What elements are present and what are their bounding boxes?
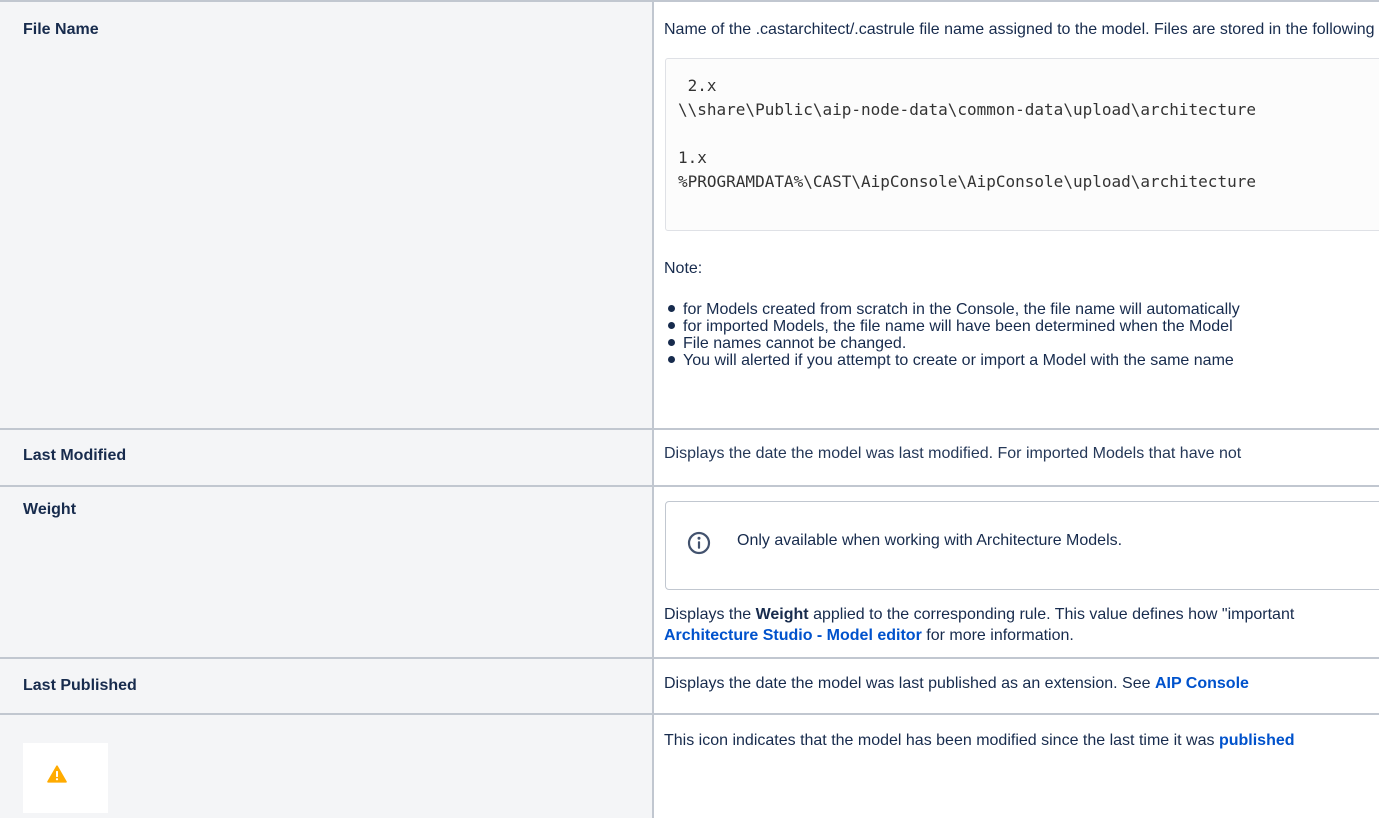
note-label: Note:	[664, 260, 703, 277]
code-line: 2.x	[678, 76, 717, 95]
description-cell: Name of the .castarchitect/.castrule fil…	[656, 2, 1379, 430]
info-icon	[687, 531, 711, 555]
info-panel-text: Only available when working with Archite…	[737, 532, 1123, 549]
weight-term: Weight	[755, 606, 809, 623]
row-label-last-published: Last Published	[23, 677, 137, 694]
code-line: \\share\Public\aip-node-data\common-data…	[678, 100, 1256, 119]
bullet-dot-icon	[668, 339, 675, 346]
warning-icon-tile	[23, 743, 108, 813]
weight-description: Displays the Weight applied to the corre…	[664, 606, 1295, 623]
description-cell: Displays the date the model was last pub…	[656, 659, 1379, 715]
list-item: for Models created from scratch in the C…	[664, 301, 1240, 318]
modified-icon-description: This icon indicates that the model has b…	[664, 732, 1295, 749]
list-item: File names cannot be changed.	[664, 335, 1240, 352]
header-cell: Weight	[0, 487, 654, 659]
table-row-last-published: Last Published Displays the date the mod…	[0, 657, 1379, 715]
properties-table: File Name Name of the .castarchitect/.ca…	[0, 0, 1379, 818]
table-row-last-modified: Last Modified Displays the date the mode…	[0, 428, 1379, 487]
list-item: for imported Models, the file name will …	[664, 318, 1240, 335]
header-cell: Last Published	[0, 659, 654, 715]
description-cell: Displays the date the model was last mod…	[656, 430, 1379, 487]
weight-description-line2: Architecture Studio - Model editor for m…	[664, 627, 1074, 644]
note-list: for Models created from scratch in the C…	[664, 301, 1240, 369]
description-cell: This icon indicates that the model has b…	[656, 715, 1379, 818]
bullet-dot-icon	[668, 322, 675, 329]
table-row-weight: Weight Only available when working with …	[0, 485, 1379, 659]
bullet-dot-icon	[668, 305, 675, 312]
row-label-last-modified: Last Modified	[23, 447, 127, 464]
file-name-description: Name of the .castarchitect/.castrule fil…	[664, 21, 1379, 38]
list-item: You will alerted if you attempt to creat…	[664, 352, 1240, 369]
warning-icon	[47, 765, 67, 783]
last-published-description: Displays the date the model was last pub…	[664, 675, 1249, 692]
info-panel: Only available when working with Archite…	[665, 501, 1379, 590]
bullet-dot-icon	[668, 356, 675, 363]
description-cell: Only available when working with Archite…	[656, 487, 1379, 659]
aip-console-link[interactable]: AIP Console	[1155, 675, 1249, 692]
model-editor-link[interactable]: Architecture Studio - Model editor	[664, 627, 922, 644]
last-modified-description: Displays the date the model was last mod…	[664, 445, 1242, 462]
code-block: 2.x \\share\Public\aip-node-data\common-…	[665, 58, 1379, 231]
code-line: %PROGRAMDATA%\CAST\AipConsole\AipConsole…	[678, 172, 1256, 191]
row-label-weight: Weight	[23, 501, 77, 518]
table-row-modified-icon: This icon indicates that the model has b…	[0, 713, 1379, 818]
table-row-file-name: File Name Name of the .castarchitect/.ca…	[0, 0, 1379, 430]
published-link[interactable]: published	[1219, 732, 1295, 749]
header-cell: File Name	[0, 2, 654, 430]
row-label-file-name: File Name	[23, 21, 99, 38]
header-cell	[0, 715, 654, 818]
header-cell: Last Modified	[0, 430, 654, 487]
code-line: 1.x	[678, 148, 707, 167]
